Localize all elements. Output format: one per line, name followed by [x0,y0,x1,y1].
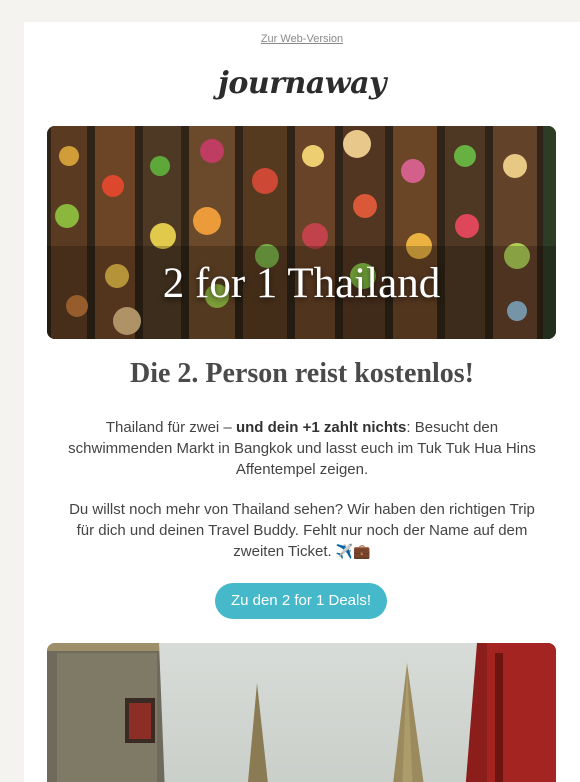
paragraph-intro-pre: Thailand für zwei – [105,419,236,436]
hero-title: 2 for 1 Thailand [162,260,441,307]
plane-suitcase-emoji: ✈️💼 [335,543,371,559]
headline: Die 2. Person reist kostenlos! [130,358,474,389]
paragraph-more: Du willst noch mehr von Thailand sehen? … [64,499,540,562]
journaway-logo[interactable]: journaway [24,66,580,101]
temple-spires-image [47,643,556,782]
paragraph-intro-bold: und dein +1 zahlt nichts [235,419,407,436]
paragraph-intro: Thailand für zwei – und dein +1 zahlt ni… [64,417,540,480]
email-card: Zur Web-Version journaway 2 for 1 Thaila… [24,22,580,782]
temple-image[interactable] [47,643,556,782]
hero-banner[interactable]: 2 for 1 Thailand [47,126,556,339]
paragraph-more-text: Du willst noch mehr von Thailand sehen? … [69,501,535,560]
deals-cta-button[interactable]: Zu den 2 for 1 Deals! [215,583,387,619]
web-version-link[interactable]: Zur Web-Version [24,33,580,45]
